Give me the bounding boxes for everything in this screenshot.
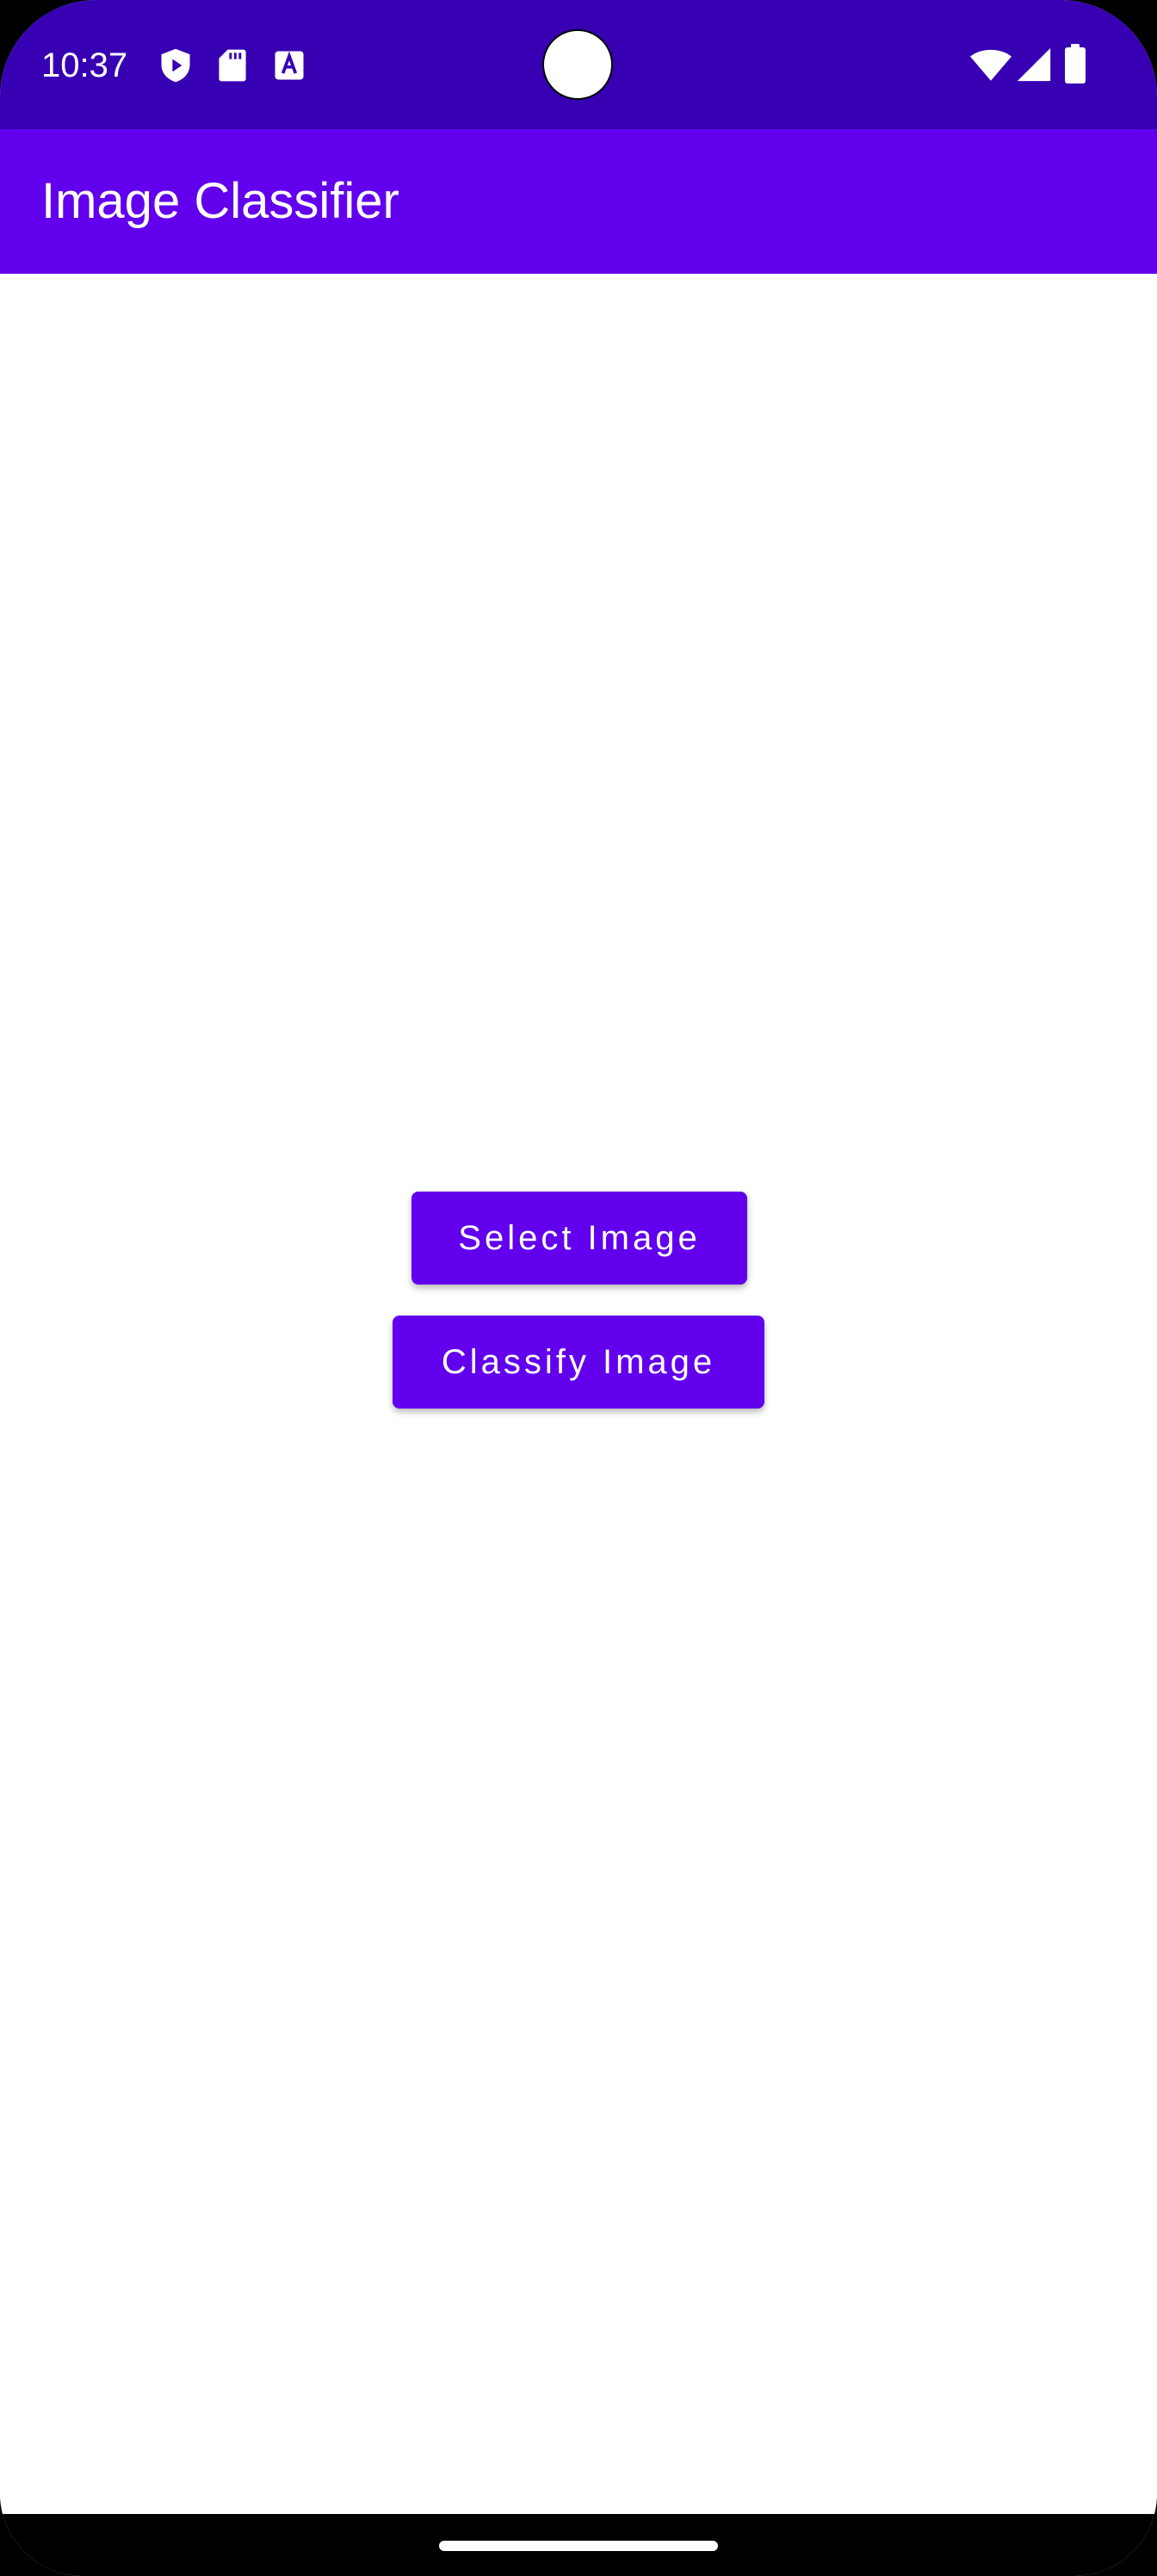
status-time: 10:37 (41, 46, 128, 84)
cell-signal-icon (1014, 45, 1054, 84)
sd-card-icon (213, 46, 251, 84)
camera-cutout (542, 29, 613, 100)
select-image-button[interactable]: Select Image (411, 1192, 747, 1285)
shield-play-icon (157, 46, 195, 84)
app-bar: Image Classifier (0, 129, 1157, 274)
status-bar: 10:37 (0, 0, 1157, 129)
device-screen: 10:37 Image Classifier Select Image Clas… (0, 0, 1157, 2576)
wifi-icon (969, 43, 1012, 86)
text-a-icon (270, 46, 308, 84)
app-title: Image Classifier (41, 173, 399, 229)
battery-icon (1061, 43, 1090, 84)
classify-image-button[interactable]: Classify Image (393, 1316, 764, 1409)
home-gesture-handle[interactable] (439, 2541, 718, 2551)
